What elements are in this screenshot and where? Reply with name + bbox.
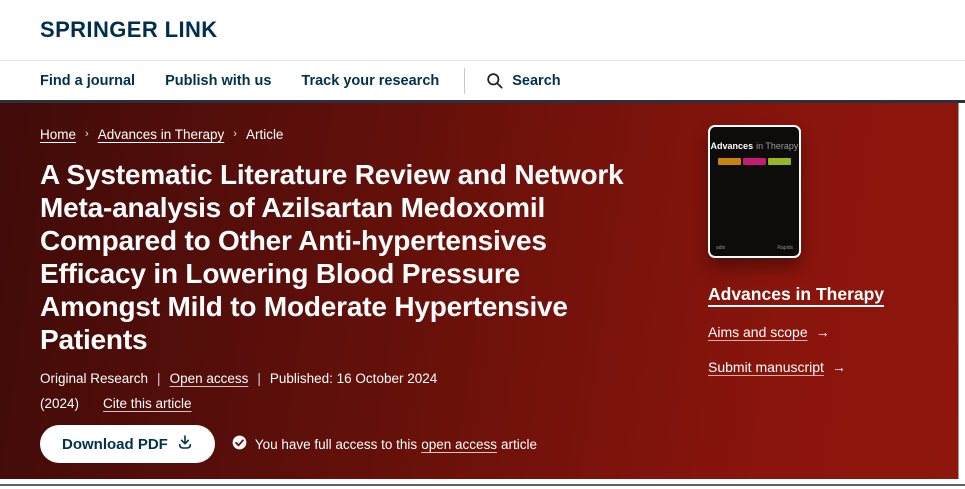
breadcrumb-article: Article (246, 127, 284, 142)
breadcrumb-chevron-icon: › (85, 128, 89, 140)
breadcrumb-home[interactable]: Home (40, 127, 76, 142)
download-pdf-label: Download PDF (62, 436, 168, 453)
meta-divider: | (157, 371, 161, 386)
article-actions: Download PDF (40, 425, 965, 463)
arrow-right-icon: → (832, 359, 846, 375)
cover-title-bold: Advances (711, 141, 754, 151)
article-hero: Home › Advances in Therapy › Article A S… (0, 100, 965, 479)
meta-divider: | (257, 371, 261, 386)
aims-and-scope-link[interactable]: Aims and scope → (708, 324, 943, 340)
download-pdf-button[interactable]: Download PDF (40, 425, 215, 463)
article-type: Original Research (40, 371, 148, 386)
page: SPRINGER LINK Find a journal Publish wit… (0, 0, 965, 489)
search-label: Search (512, 73, 560, 89)
aims-and-scope-label: Aims and scope (708, 324, 808, 340)
cover-bar-magenta (743, 158, 766, 165)
access-note: You have full access to this open access… (232, 435, 537, 453)
nav-publish-with-us[interactable]: Publish with us (165, 73, 271, 89)
submit-manuscript-label: Submit manuscript (708, 359, 824, 375)
article-title: A Systematic Literature Review and Netwo… (40, 158, 695, 356)
title-line: Meta-analysis of Azilsartan Medoxomil (40, 191, 695, 224)
journal-cover-footer: adis Rapids (710, 245, 799, 256)
cover-title-rest: in Therapy (756, 141, 798, 151)
download-icon (177, 434, 193, 454)
search-icon (485, 71, 504, 90)
nav-find-a-journal[interactable]: Find a journal (40, 73, 135, 89)
arrow-right-icon: → (816, 324, 830, 340)
search-button[interactable]: Search (485, 71, 560, 90)
breadcrumb-journal[interactable]: Advances in Therapy (98, 127, 225, 142)
journal-cover-title: Advancesin Therapy (710, 141, 799, 151)
submit-manuscript-link[interactable]: Submit manuscript → (708, 359, 943, 375)
nav-track-your-research[interactable]: Track your research (301, 73, 439, 89)
open-access-note-link[interactable]: open access (421, 437, 497, 452)
cover-bar-green (768, 158, 791, 165)
cover-bar-orange (718, 158, 741, 165)
journal-cover-bars (718, 158, 791, 165)
journal-name-link[interactable]: Advances in Therapy (708, 284, 884, 305)
access-note-text: article (501, 437, 537, 452)
site-header: SPRINGER LINK (0, 0, 965, 60)
cite-this-article-link[interactable]: Cite this article (103, 396, 192, 411)
title-line: Amongst Mild to Moderate Hypertensive (40, 290, 695, 323)
cover-rapids-mark: Rapids (777, 245, 793, 251)
open-access-link[interactable]: Open access (170, 371, 249, 386)
main-nav: Find a journal Publish with us Track you… (0, 60, 965, 100)
article-meta-secondary: (2024) Cite this article (40, 396, 965, 411)
access-note-text: You have full access to this (255, 437, 417, 452)
page-right-gutter (958, 103, 965, 479)
title-line: A Systematic Literature Review and Netwo… (40, 158, 695, 191)
springer-link-logo[interactable]: SPRINGER LINK (40, 17, 218, 43)
journal-cover[interactable]: Advancesin Therapy adis Rapids (708, 125, 801, 258)
check-circle-icon (232, 435, 255, 453)
title-line: Efficacy in Lowering Blood Pressure (40, 257, 695, 290)
title-line: Patients (40, 323, 695, 356)
section-divider (0, 484, 965, 486)
cover-publisher-mark: adis (716, 245, 725, 251)
title-line: Compared to Other Anti-hypertensives (40, 224, 695, 257)
journal-panel: Advancesin Therapy adis Rapids Advances … (708, 125, 943, 375)
article-year: (2024) (40, 396, 79, 411)
nav-divider (464, 68, 465, 94)
breadcrumb-chevron-icon: › (233, 128, 237, 140)
published-date: Published: 16 October 2024 (270, 371, 437, 386)
